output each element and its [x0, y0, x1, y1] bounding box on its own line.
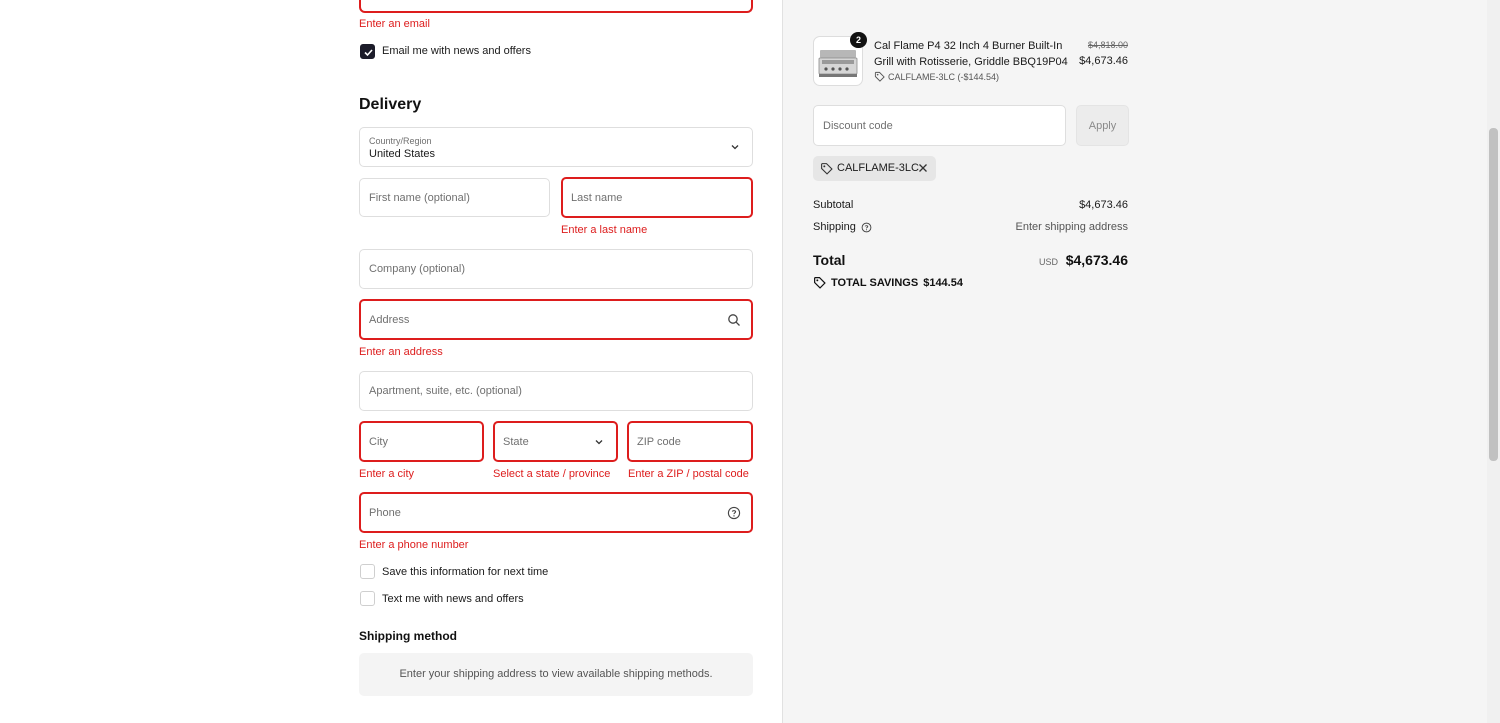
email-news-checkbox[interactable] [360, 44, 375, 59]
product-discount: CALFLAME-3LC (-$144.54) [874, 71, 999, 82]
discount-code-input[interactable]: Discount code [813, 105, 1066, 146]
scrollbar-thumb[interactable] [1489, 128, 1498, 461]
last-name-placeholder: Last name [571, 191, 623, 204]
state-error: Select a state / province [493, 468, 611, 480]
total-currency: USD [1039, 257, 1059, 267]
product-price: $4,673.46 [1079, 55, 1128, 67]
applied-discount-chip: CALFLAME-3LC [813, 156, 936, 181]
email-news-label: Email me with news and offers [382, 45, 531, 57]
zip-field[interactable]: ZIP code [627, 421, 753, 462]
shipping-method-notice: Enter your shipping address to view avai… [359, 653, 753, 696]
subtotal-value: $4,673.46 [1079, 199, 1128, 211]
tag-icon [874, 71, 885, 82]
shipping-method-heading: Shipping method [359, 629, 457, 643]
discount-code-placeholder: Discount code [823, 120, 893, 132]
address-field[interactable]: Address [359, 299, 753, 340]
total-savings-row: TOTAL SAVINGS $144.54 [813, 276, 963, 289]
zip-error: Enter a ZIP / postal code [628, 468, 749, 480]
product-name: Cal Flame P4 32 Inch 4 Burner Built-In G… [874, 40, 1068, 68]
tag-icon [814, 277, 826, 289]
apply-button[interactable]: Apply [1076, 105, 1129, 146]
shipping-label: Shipping [813, 221, 856, 233]
country-label: Country/Region [369, 136, 432, 146]
total-label: Total [813, 252, 846, 268]
first-name-field[interactable]: First name (optional) [359, 178, 550, 217]
state-select[interactable]: State [493, 421, 618, 462]
product-discount-text: CALFLAME-3LC (-$144.54) [888, 71, 1000, 82]
text-news-checkbox[interactable] [360, 591, 375, 606]
country-value: United States [369, 148, 436, 160]
state-placeholder: State [503, 435, 529, 448]
total-savings-label: TOTAL SAVINGS [831, 276, 919, 289]
chevron-down-icon [731, 145, 739, 150]
subtotal-label: Subtotal [813, 199, 854, 211]
shipping-value: Enter shipping address [1015, 221, 1128, 233]
apply-label: Apply [1088, 120, 1117, 132]
phone-field[interactable]: Phone [359, 492, 753, 533]
quantity-badge: 2 [850, 32, 867, 48]
checkmark-icon [364, 49, 373, 57]
city-placeholder: City [369, 435, 388, 448]
city-error: Enter a city [359, 468, 415, 480]
save-info-checkbox[interactable] [360, 564, 375, 579]
tag-icon [821, 163, 833, 175]
help-circle-icon[interactable] [727, 506, 741, 520]
phone-error: Enter a phone number [359, 539, 469, 551]
checkout-form-panel: Enter an email Email me with news and of… [0, 0, 782, 723]
company-field[interactable]: Company (optional) [359, 249, 753, 289]
last-name-error: Enter a last name [561, 224, 648, 236]
help-circle-icon[interactable] [861, 222, 872, 233]
shipping-method-message: Enter your shipping address to view avai… [399, 668, 713, 680]
apartment-placeholder: Apartment, suite, etc. (optional) [369, 385, 522, 397]
city-field[interactable]: City [359, 421, 484, 462]
save-info-label: Save this information for next time [382, 566, 549, 578]
delivery-heading: Delivery [359, 96, 422, 113]
address-error: Enter an address [359, 346, 443, 358]
total-value: $4,673.46 [1065, 252, 1128, 268]
company-placeholder: Company (optional) [369, 263, 465, 275]
phone-placeholder: Phone [369, 506, 401, 519]
address-placeholder: Address [369, 313, 410, 326]
product-original-price: $4,818.00 [1087, 40, 1128, 50]
shipping-label-row: Shipping [813, 221, 872, 233]
chevron-down-icon [595, 439, 603, 444]
text-news-label: Text me with news and offers [382, 593, 524, 605]
applied-discount-code: CALFLAME-3LC [837, 162, 919, 174]
zip-placeholder: ZIP code [637, 435, 681, 448]
email-error: Enter an email [359, 18, 430, 30]
country-select[interactable]: Country/Region United States [359, 127, 753, 167]
first-name-placeholder: First name (optional) [369, 191, 470, 204]
close-icon[interactable] [917, 162, 929, 174]
last-name-field[interactable]: Last name [561, 177, 753, 218]
scrollbar[interactable] [1487, 0, 1500, 723]
apartment-field[interactable]: Apartment, suite, etc. (optional) [359, 371, 753, 411]
search-icon[interactable] [727, 313, 741, 327]
total-savings-value: $144.54 [923, 276, 963, 289]
email-field[interactable] [359, 0, 753, 13]
